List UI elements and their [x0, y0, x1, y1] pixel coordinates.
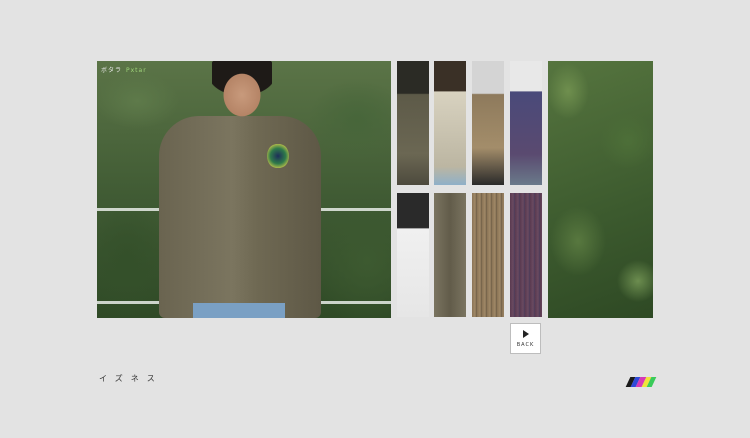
play-arrow-icon [522, 329, 529, 338]
site-title: イズネス [99, 374, 163, 383]
photo-label-text: ボタラ [101, 67, 123, 74]
jeans [193, 303, 285, 318]
photo-label: ボタラ Pxtar [101, 65, 147, 74]
model-head [212, 61, 272, 123]
main-photo: ボタラ Pxtar [97, 61, 391, 318]
thumbnail-5[interactable] [397, 193, 429, 317]
thumbnail-2[interactable] [434, 61, 466, 185]
thumbnail-6[interactable] [434, 193, 466, 317]
thumbnail-3[interactable] [472, 61, 504, 185]
jacket [159, 116, 321, 318]
thumbnail-4[interactable] [510, 61, 542, 185]
photo-label-tag: Pxtar [126, 67, 147, 74]
page: ボタラ Pxtar BACK イズネス [0, 0, 750, 438]
thumbnail-7[interactable] [472, 193, 504, 317]
peacock-feather-brooch [267, 143, 289, 169]
thumbnail-1[interactable] [397, 61, 429, 185]
back-label: BACK [516, 341, 535, 348]
foliage-photo [548, 61, 653, 318]
thumbnail-8[interactable] [510, 193, 542, 317]
back-button[interactable]: BACK [510, 323, 541, 354]
color-bars-logo[interactable] [625, 377, 657, 387]
